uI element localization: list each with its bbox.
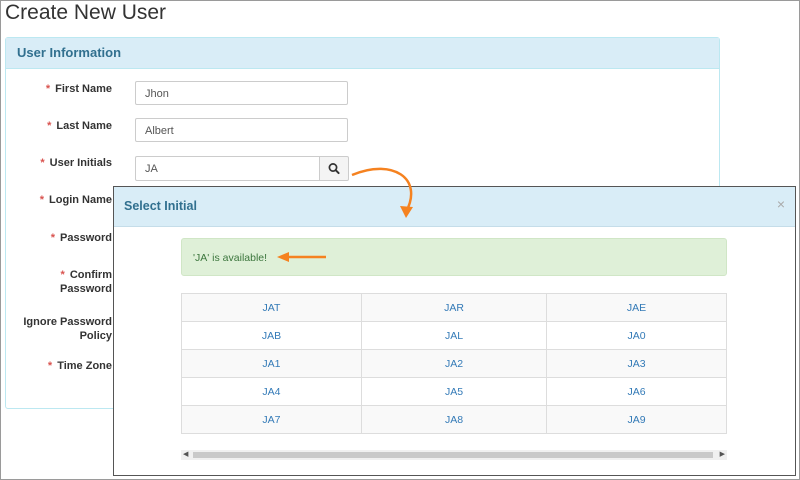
initial-option[interactable]: JA4 [181,377,362,406]
first-name-label: * First Name [45,83,112,95]
required-marker: * [47,120,52,132]
scrollbar-thumb[interactable] [193,452,713,458]
required-marker: * [45,83,51,95]
last-name-label: * Last Name [47,120,112,132]
initial-option[interactable]: JAR [360,293,548,322]
login-name-label: * Login Name [39,194,112,206]
confirm-password-label: * Confirm Password [60,269,112,295]
password-label: * Password [50,232,112,244]
required-marker: * [60,269,65,281]
search-icon [328,163,340,175]
modal-header: Select Initial × [114,187,795,227]
user-initials-label: * User Initials [40,157,112,169]
initial-option[interactable]: JA2 [360,349,548,378]
initial-option[interactable]: JA7 [181,405,362,434]
required-marker: * [40,157,45,169]
initials-grid: JAT JAR JAE JAB JAL JA0 JA1 JA2 JA3 JA4 JA5 JA6 JA7 J… [181,293,727,434]
availability-alert: 'JA' is available! [181,238,727,276]
initial-option[interactable]: JA5 [360,377,548,406]
scroll-right-icon[interactable]: ▶ [720,450,725,460]
initials-row: JA7 JA8 JA9 [181,405,727,434]
initials-search-button[interactable] [319,156,349,181]
initials-row: JA4 JA5 JA6 [181,377,727,406]
initial-option[interactable]: JAT [181,293,362,322]
initial-option[interactable]: JA6 [546,377,727,406]
select-initial-modal: Select Initial × 'JA' is available! JAT J… [113,186,796,476]
first-name-input[interactable]: Jhon [135,81,348,105]
initials-row: JAB JAL JA0 [181,321,727,350]
panel-title: User Information [6,38,719,69]
initials-row: JA1 JA2 JA3 [181,349,727,378]
initial-option[interactable]: JAE [546,293,727,322]
close-icon[interactable]: × [777,196,785,212]
modal-title: Select Initial [124,199,197,213]
initial-option[interactable]: JA1 [181,349,362,378]
time-zone-label: * Time Zone [47,360,112,372]
initial-option[interactable]: JA3 [546,349,727,378]
scroll-left-icon[interactable]: ◀ [183,450,188,460]
required-marker: * [47,360,53,372]
initial-option[interactable]: JA0 [546,321,727,350]
last-name-input[interactable]: Albert [135,118,348,142]
initial-option[interactable]: JA9 [546,405,727,434]
user-initials-input[interactable]: JA [135,156,320,181]
initial-option[interactable]: JAB [181,321,362,350]
required-marker: * [50,232,56,244]
page-title: Create New User [5,1,167,24]
initial-option[interactable]: JAL [360,321,548,350]
initial-option[interactable]: JA8 [360,405,548,434]
required-marker: * [39,194,45,206]
initials-row: JAT JAR JAE [181,293,727,322]
ignore-password-policy-label: Ignore Password Policy [23,316,112,342]
horizontal-scrollbar[interactable]: ◀ ▶ [181,450,727,460]
